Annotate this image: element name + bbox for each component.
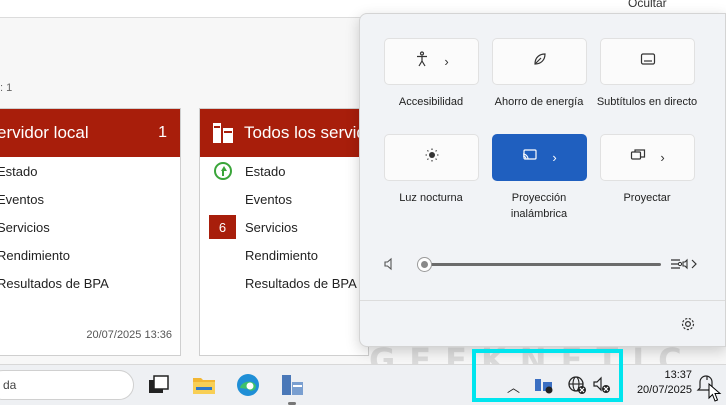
system-tray-highlight [472, 349, 623, 402]
taskbar-clock[interactable]: 13:37 20/07/2025 [636, 368, 692, 398]
all-servers-tile: Todos los servido Estado Eventos 6 Servi… [199, 108, 369, 356]
tile-row-bpa[interactable]: Resultados de BPA [0, 269, 180, 297]
speaker-muted-icon[interactable] [383, 257, 397, 276]
mouse-cursor-icon [708, 382, 722, 405]
tile-timestamp: 20/07/2025 13:36 [86, 329, 172, 341]
tile-row-events[interactable]: Eventos [0, 185, 180, 213]
server-manager-icon[interactable] [280, 373, 304, 397]
project-label: Proyectar [623, 192, 671, 204]
settings-gear-icon[interactable] [680, 316, 696, 337]
wireless-projection-label: Proyección inalámbrica [510, 192, 568, 220]
edge-browser-icon[interactable] [236, 373, 260, 397]
volume-slider-track[interactable] [426, 263, 661, 266]
tile-title: ervidor local [0, 123, 89, 142]
all-servers-header[interactable]: Todos los servido [200, 109, 368, 157]
tile-row-status[interactable]: Estado [0, 157, 180, 185]
accessibility-label: Accesibilidad [398, 96, 464, 108]
tile-row-bpa[interactable]: Resultados de BPA [200, 269, 368, 297]
tile-row-status[interactable]: Estado [200, 157, 368, 185]
hide-link[interactable]: Ocultar [628, 0, 667, 10]
taskbar-search-box[interactable]: da [0, 370, 134, 400]
panel-divider [360, 300, 725, 301]
servers-icon [213, 123, 233, 143]
accessibility-icon [414, 51, 430, 72]
local-server-header[interactable]: ervidor local 1 [0, 109, 180, 157]
night-light-label: Luz nocturna [399, 192, 463, 204]
captions-icon [640, 51, 656, 72]
tile-title: Todos los servido [244, 123, 368, 142]
search-text: da [3, 378, 17, 392]
night-light-button[interactable] [384, 134, 479, 181]
project-icon [630, 147, 646, 168]
tile-row-events[interactable]: Eventos [200, 185, 368, 213]
project-button[interactable]: › [600, 134, 695, 181]
chevron-right-icon[interactable]: › [444, 54, 448, 69]
volume-row [361, 247, 726, 281]
tile-row-performance[interactable]: Rendimiento [200, 241, 368, 269]
live-captions-label: Subtítulos en directo [596, 96, 698, 108]
energy-saver-button[interactable] [492, 38, 587, 85]
task-view-icon[interactable] [147, 373, 171, 397]
services-alert-badge: 6 [209, 215, 236, 239]
local-server-tile: ervidor local 1 Estado Eventos Servicios… [0, 108, 181, 356]
accessibility-button[interactable]: › [384, 38, 479, 85]
live-captions-button[interactable] [600, 38, 695, 85]
chevron-right-icon[interactable]: › [660, 150, 664, 165]
volume-slider-thumb[interactable] [417, 257, 432, 272]
roles-count: : 1 [0, 82, 13, 94]
status-up-icon [213, 162, 232, 180]
tile-row-services[interactable]: Servicios [0, 213, 180, 241]
quick-settings-panel: › Accesibilidad Ahorro de energía Subtít… [359, 13, 726, 347]
tile-row-performance[interactable]: Rendimiento [0, 241, 180, 269]
wireless-projection-button[interactable]: › [492, 134, 587, 181]
tile-row-services[interactable]: 6 Servicios [200, 213, 368, 241]
energy-saver-label: Ahorro de energía [494, 96, 584, 108]
chevron-right-icon[interactable]: › [552, 150, 556, 165]
clock-time: 13:37 [664, 369, 692, 381]
file-explorer-icon[interactable] [192, 373, 216, 397]
clock-date: 20/07/2025 [636, 384, 692, 396]
night-light-icon [424, 147, 440, 168]
cast-icon [522, 147, 538, 168]
leaf-icon [532, 51, 548, 72]
tile-count: 1 [158, 124, 167, 141]
audio-output-icon[interactable] [670, 256, 698, 277]
